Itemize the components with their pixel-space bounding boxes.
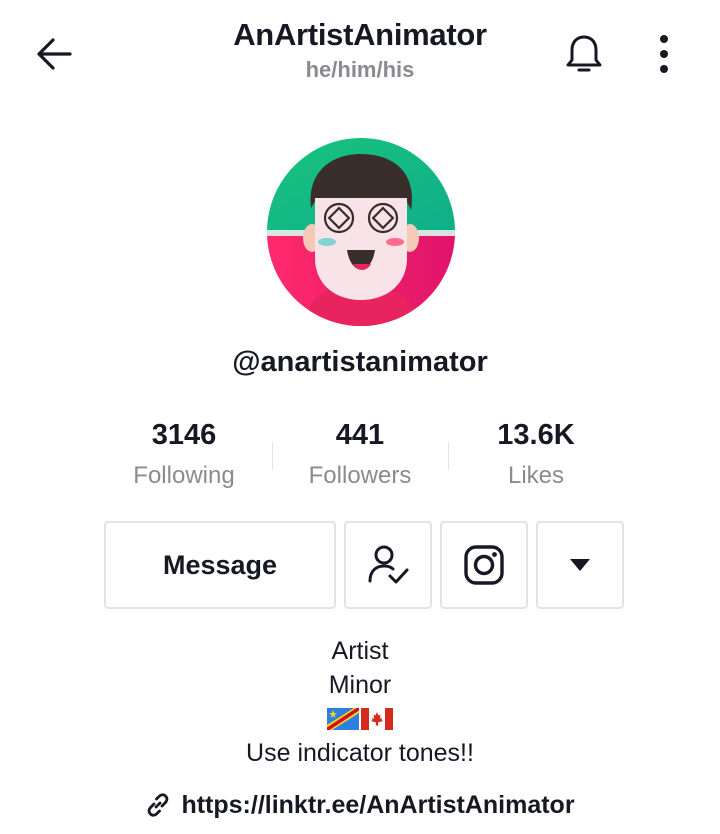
stat-likes[interactable]: 13.6K Likes	[448, 416, 624, 492]
bio: Artist Minor Use indicator tones!!	[0, 634, 720, 770]
stat-label: Followers	[308, 462, 412, 489]
title-block: AnArtistAnimator he/him/his	[180, 16, 540, 84]
bio-line: Use indicator tones!!	[246, 739, 474, 767]
username: @anartistanimator	[232, 346, 488, 378]
bio-line: Minor	[328, 671, 392, 699]
stat-label: Likes	[507, 462, 565, 489]
avatar-illustration	[267, 138, 455, 326]
page-title: AnArtistAnimator	[233, 17, 487, 52]
user-check-icon	[368, 545, 409, 584]
link-url: https://linktr.ee/AnArtistAnimator	[181, 791, 575, 819]
triangle-down-icon	[570, 559, 590, 571]
bio-line: Artist	[331, 637, 389, 665]
pronouns: he/him/his	[305, 57, 415, 82]
top-bar: AnArtistAnimator he/him/his	[0, 0, 720, 100]
dr-congo-flag-icon	[327, 708, 359, 730]
more-actions-dropdown[interactable]	[536, 521, 624, 609]
back-button[interactable]	[30, 30, 78, 78]
canada-flag-icon	[361, 708, 393, 730]
link-icon	[148, 793, 169, 817]
stat-label: Following	[133, 462, 235, 489]
profile-actions: Message	[0, 521, 720, 609]
bio-flags	[0, 702, 720, 736]
stat-value: 441	[335, 419, 385, 451]
stat-following[interactable]: 3146 Following	[96, 416, 272, 492]
message-button[interactable]: Message	[104, 521, 336, 609]
stat-followers[interactable]: 441 Followers	[272, 416, 448, 492]
stat-value: 13.6K	[497, 419, 575, 451]
stat-value: 3146	[151, 419, 217, 451]
bell-icon	[566, 35, 602, 72]
arrow-left-icon	[37, 38, 72, 70]
bio-link[interactable]: https://linktr.ee/AnArtistAnimator	[0, 788, 720, 822]
avatar[interactable]	[267, 138, 455, 326]
instagram-button[interactable]	[440, 521, 528, 609]
instagram-icon	[464, 545, 504, 585]
more-options-button[interactable]	[644, 30, 684, 78]
more-vertical-icon	[660, 35, 668, 73]
following-button[interactable]	[344, 521, 432, 609]
notifications-button[interactable]	[560, 30, 608, 78]
profile-stats: 3146 Following 441 Followers 13.6K Likes	[96, 416, 624, 496]
